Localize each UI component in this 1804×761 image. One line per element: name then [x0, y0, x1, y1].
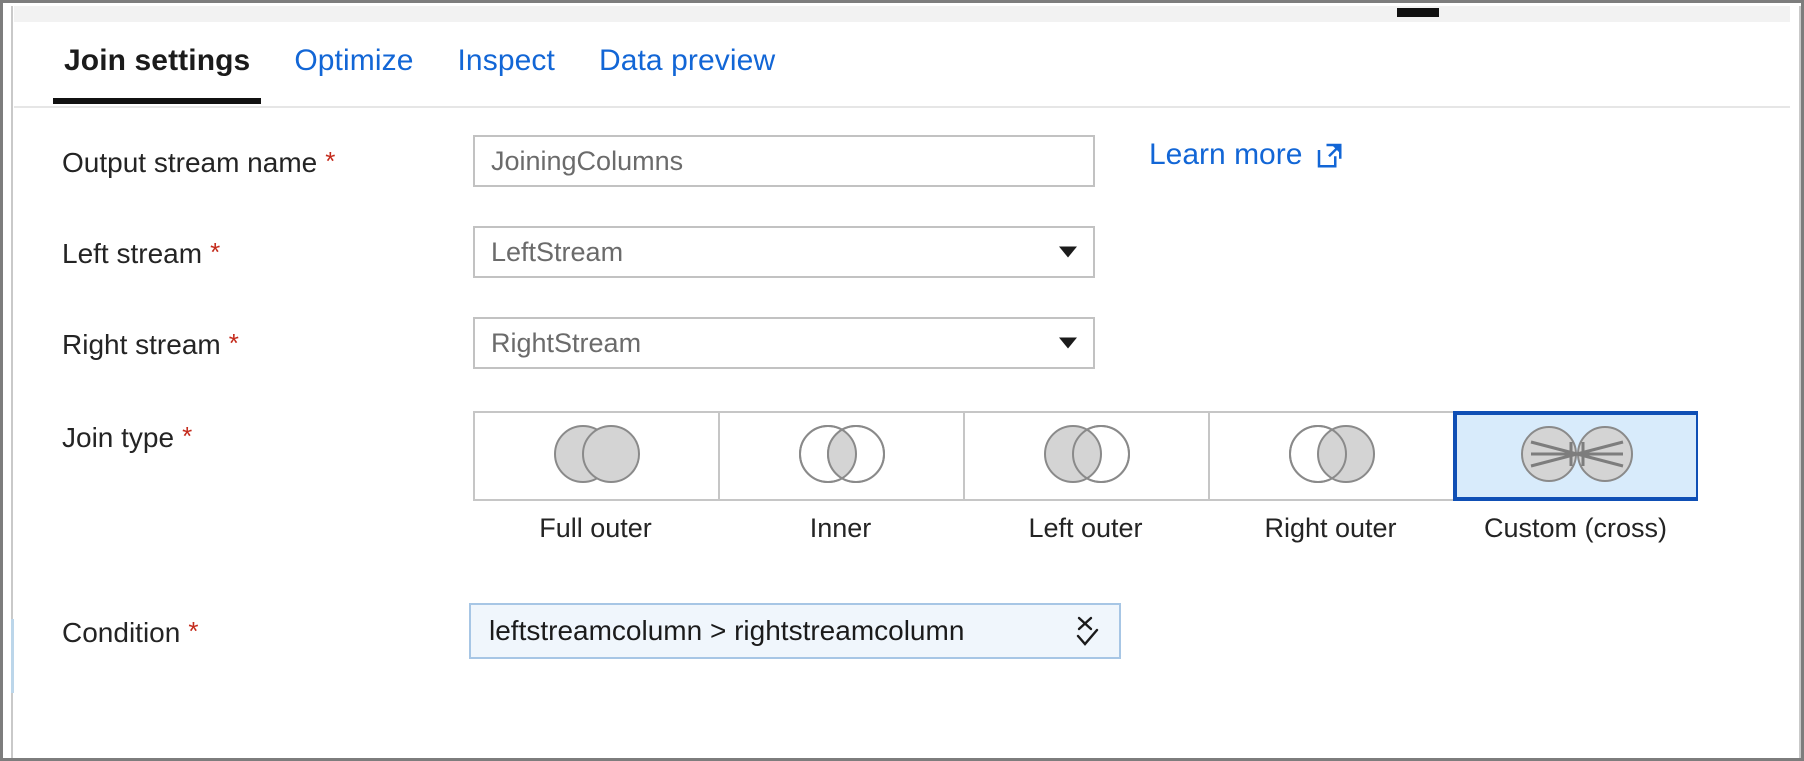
tab-list: Join settings Optimize Inspect Data prev…	[42, 22, 797, 108]
join-type-label-text: Join type	[62, 422, 174, 453]
dataflow-join-transformation-panel: Join settings Optimize Inspect Data prev…	[0, 0, 1804, 761]
join-type-card-inner[interactable]	[718, 411, 963, 501]
expression-builder-icon[interactable]	[1071, 614, 1103, 648]
tab-inspect[interactable]: Inspect	[436, 22, 577, 108]
venn-full-outer-icon	[543, 420, 651, 493]
join-type-option-right-outer[interactable]: Right outer	[1208, 411, 1453, 544]
left-stream-label-text: Left stream	[62, 238, 202, 269]
join-type-label-full-outer: Full outer	[473, 513, 718, 544]
tab-inspect-label: Inspect	[458, 44, 555, 77]
join-type-label: Join type *	[62, 421, 192, 454]
venn-inner-icon	[788, 420, 896, 493]
join-type-card-full-outer[interactable]	[473, 411, 718, 501]
tab-data-preview[interactable]: Data preview	[577, 22, 797, 108]
right-stream-dropdown[interactable]: RightStream	[473, 317, 1095, 369]
join-type-option-custom-cross[interactable]: Custom (cross)	[1453, 411, 1698, 544]
venn-right-outer-icon	[1278, 420, 1386, 493]
left-stream-required-marker: *	[210, 237, 220, 267]
join-settings-form: Output stream name * JoiningColumns Learn…	[14, 108, 1790, 755]
join-type-option-inner[interactable]: Inner	[718, 411, 963, 544]
cross-join-icon	[1519, 420, 1635, 493]
chevron-down-icon	[1059, 247, 1077, 258]
tab-bar: Join settings Optimize Inspect Data prev…	[14, 22, 1790, 108]
condition-label-text: Condition	[62, 617, 180, 648]
tab-join-settings-label: Join settings	[64, 44, 250, 77]
tab-optimize[interactable]: Optimize	[272, 22, 435, 108]
join-type-card-left-outer[interactable]	[963, 411, 1208, 501]
join-type-option-group: Full outer	[473, 411, 1698, 544]
panel-top-strip	[14, 6, 1790, 22]
join-type-label-inner: Inner	[718, 513, 963, 544]
left-stream-dropdown[interactable]: LeftStream	[473, 226, 1095, 278]
output-stream-name-value: JoiningColumns	[491, 146, 683, 177]
join-type-required-marker: *	[182, 421, 192, 451]
venn-left-outer-icon	[1033, 420, 1141, 493]
right-stream-value: RightStream	[491, 328, 641, 359]
tab-join-settings[interactable]: Join settings	[42, 22, 272, 108]
output-stream-name-input[interactable]: JoiningColumns	[473, 135, 1095, 187]
clipped-tab-indicator	[1397, 8, 1439, 17]
tab-data-preview-label: Data preview	[599, 44, 775, 77]
condition-expression-input[interactable]: leftstreamcolumn > rightstreamcolumn	[469, 603, 1121, 659]
join-type-label-left-outer: Left outer	[963, 513, 1208, 544]
join-type-label-custom-cross: Custom (cross)	[1453, 513, 1698, 544]
external-link-icon	[1314, 140, 1344, 170]
join-type-card-right-outer[interactable]	[1208, 411, 1453, 501]
join-type-label-right-outer: Right outer	[1208, 513, 1453, 544]
chevron-down-icon	[1059, 338, 1077, 349]
learn-more-label: Learn more	[1149, 138, 1302, 172]
output-stream-name-label-text: Output stream name	[62, 147, 317, 178]
join-type-option-full-outer[interactable]: Full outer	[473, 411, 718, 544]
right-stream-required-marker: *	[229, 328, 239, 358]
output-stream-name-label: Output stream name *	[62, 146, 335, 179]
join-type-option-left-outer[interactable]: Left outer	[963, 411, 1208, 544]
join-type-card-custom-cross[interactable]	[1453, 411, 1698, 501]
left-stream-value: LeftStream	[491, 237, 623, 268]
condition-label: Condition *	[62, 616, 198, 649]
tab-optimize-label: Optimize	[294, 44, 413, 77]
learn-more-link[interactable]: Learn more	[1149, 138, 1344, 172]
right-stream-label: Right stream *	[62, 328, 239, 361]
output-stream-name-required-marker: *	[325, 146, 335, 176]
condition-required-marker: *	[188, 616, 198, 646]
condition-value: leftstreamcolumn > rightstreamcolumn	[489, 615, 964, 647]
right-stream-label-text: Right stream	[62, 329, 221, 360]
left-stream-label: Left stream *	[62, 237, 220, 270]
